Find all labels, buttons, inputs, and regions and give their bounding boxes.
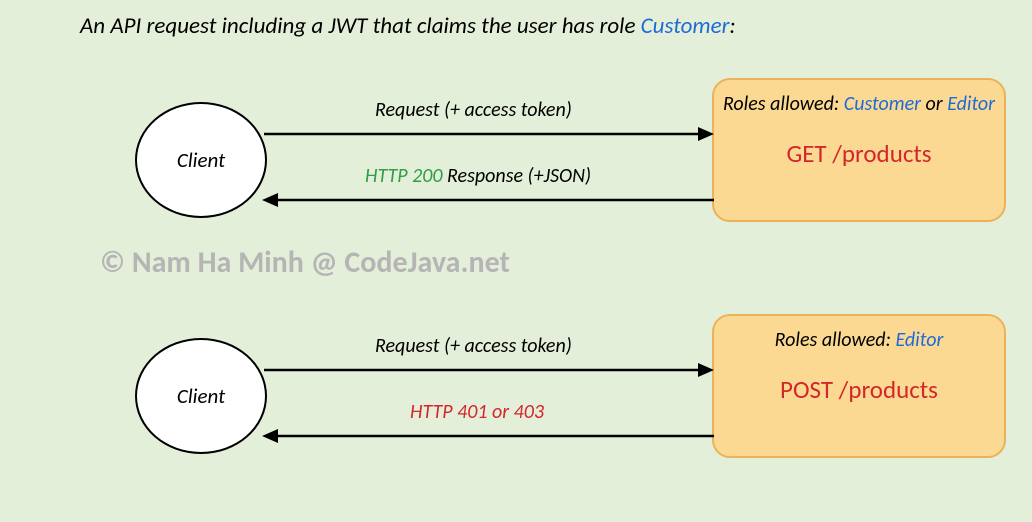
- endpoint-get: GET /products: [714, 138, 1004, 169]
- role-customer: Customer: [844, 92, 921, 116]
- response-label-2: HTTP 401 or 403: [410, 400, 544, 424]
- role-join: or: [921, 92, 947, 116]
- server-box-post: Roles allowed: Editor POST /products: [712, 314, 1006, 458]
- role-editor-2: Editor: [895, 328, 943, 352]
- arrow-response-2-icon: [262, 426, 714, 446]
- request-label-1: Request (+ access token): [375, 98, 572, 122]
- endpoint-post: POST /products: [714, 374, 1004, 405]
- arrow-response-1-icon: [262, 190, 714, 210]
- role-editor: Editor: [947, 92, 995, 116]
- roles-allowed-get: Roles allowed: Customer or Editor: [714, 92, 1004, 116]
- watermark: © Nam Ha Minh @ CodeJava.net: [100, 244, 510, 281]
- client-label: Client: [177, 147, 225, 173]
- title-prefix: An API request including a JWT that clai…: [80, 12, 641, 40]
- server-box-get: Roles allowed: Customer or Editor GET /p…: [712, 78, 1006, 222]
- title-role: Customer: [641, 12, 730, 40]
- arrow-request-2-icon: [264, 360, 714, 380]
- client-label-2: Client: [177, 383, 225, 409]
- response-status: HTTP 200: [365, 164, 443, 188]
- client-node-1: Client: [135, 102, 267, 218]
- roles-prefix-2: Roles allowed:: [775, 328, 896, 352]
- roles-prefix: Roles allowed:: [723, 92, 839, 116]
- response-label-1: HTTP 200 Response (+JSON): [365, 164, 591, 188]
- roles-allowed-post: Roles allowed: Editor: [714, 328, 1004, 352]
- client-node-2: Client: [135, 338, 267, 454]
- diagram-title: An API request including a JWT that clai…: [80, 12, 736, 40]
- response-suffix: Response (+JSON): [443, 164, 592, 188]
- request-label-2: Request (+ access token): [375, 334, 572, 358]
- title-suffix: :: [729, 12, 735, 40]
- error-status: HTTP 401 or 403: [410, 400, 544, 424]
- arrow-request-1-icon: [264, 124, 714, 144]
